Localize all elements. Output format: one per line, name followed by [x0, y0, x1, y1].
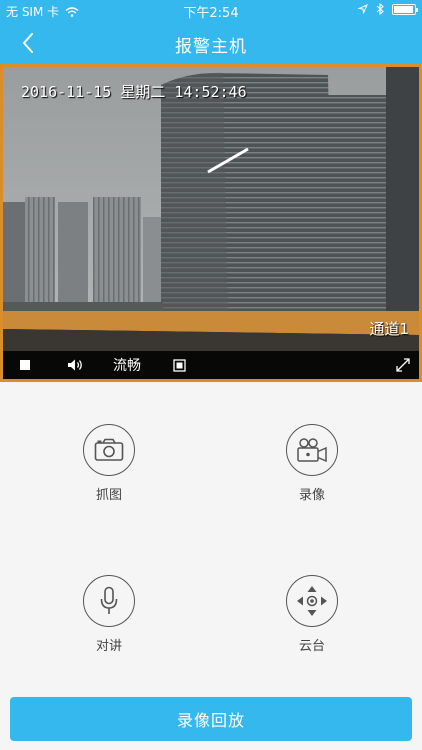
navbar: 报警主机	[0, 20, 422, 64]
quality-button[interactable]: 流畅	[113, 351, 141, 379]
ptz-label: 云台	[298, 639, 325, 654]
ptz-direction-icon	[297, 586, 327, 616]
playback-button[interactable]: 录像回放	[10, 697, 412, 741]
battery-icon	[392, 3, 418, 15]
microphone-icon	[100, 586, 118, 614]
bluetooth-icon	[376, 3, 384, 15]
ptz-icon-circle	[286, 575, 338, 627]
speaker-icon	[68, 359, 82, 371]
video-player[interactable]: 2016-11-15 星期二 14:52:46 通道1 流畅	[0, 64, 422, 382]
intercom-label: 对讲	[95, 639, 122, 654]
location-icon	[358, 4, 368, 14]
status-bar: 无 SIM 卡 下午2:54	[0, 0, 422, 21]
intercom-icon-circle	[83, 575, 135, 627]
record-icon-circle	[286, 424, 338, 476]
snapshot-icon-circle	[83, 424, 135, 476]
header: 无 SIM 卡 下午2:54 报警主机	[0, 0, 422, 64]
snapshot-button[interactable]: 抓图	[49, 424, 169, 503]
page-title: 报警主机	[175, 37, 247, 57]
osd-channel-label: 通道1	[369, 320, 409, 338]
fullscreen-button[interactable]	[395, 351, 411, 379]
record-label: 录像	[298, 488, 325, 503]
window-mode-button[interactable]	[173, 351, 186, 379]
fullscreen-icon	[396, 358, 410, 372]
video-frame	[3, 67, 419, 379]
action-grid: 抓图 录像 对讲 云台	[0, 382, 422, 682]
camera-icon	[94, 438, 124, 461]
stop-icon	[20, 360, 30, 370]
video-record-icon	[297, 438, 327, 463]
snapshot-label: 抓图	[95, 488, 122, 503]
window-icon	[173, 358, 186, 372]
record-button[interactable]: 录像	[252, 424, 372, 503]
intercom-button[interactable]: 对讲	[49, 575, 169, 654]
ptz-button[interactable]: 云台	[252, 575, 372, 654]
stop-button[interactable]	[19, 351, 31, 379]
volume-button[interactable]	[67, 351, 85, 379]
video-controls: 流畅	[3, 351, 419, 379]
osd-timestamp: 2016-11-15 星期二 14:52:46	[21, 83, 247, 101]
